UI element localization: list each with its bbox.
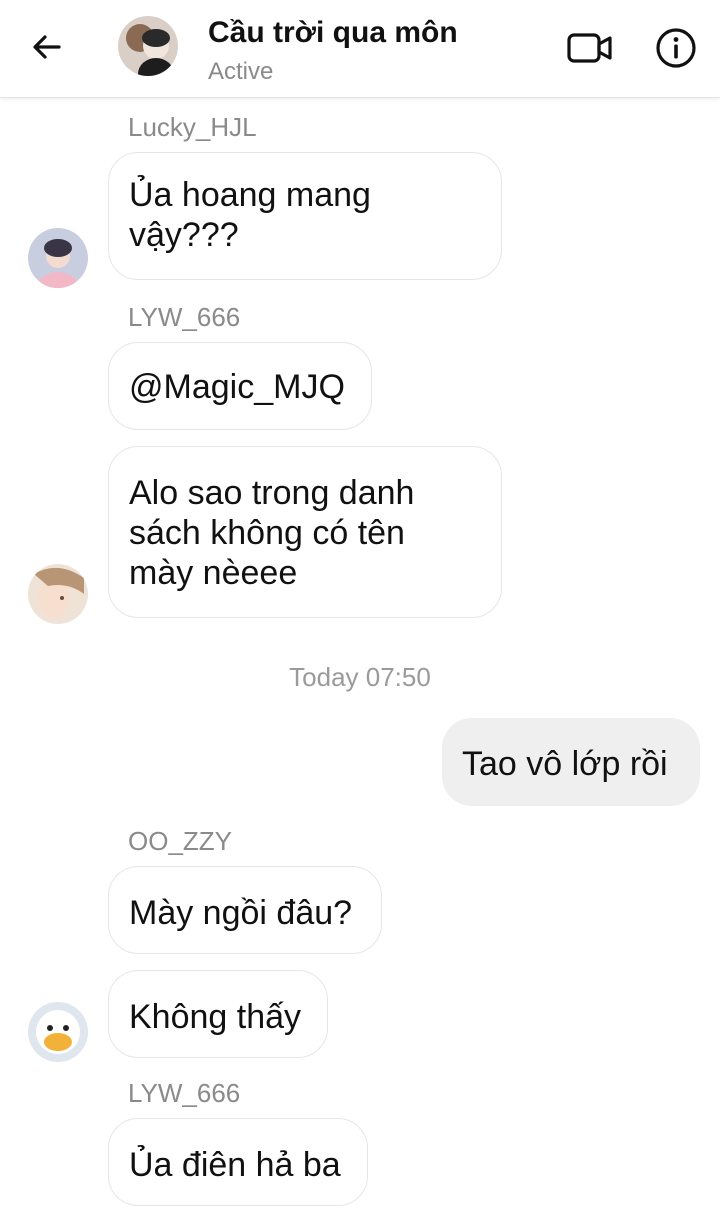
back-button[interactable]: [22, 22, 72, 72]
message-bubble[interactable]: Không thấy: [108, 970, 328, 1058]
arrow-left-icon: [33, 35, 61, 59]
message-line: @Magic_MJQ: [129, 368, 345, 406]
chat-header: Cầu trời qua môn Active: [0, 0, 720, 98]
info-button[interactable]: [650, 22, 702, 74]
message-line: vậy???: [129, 216, 239, 254]
group-avatar[interactable]: [118, 16, 178, 76]
message-line: sách không có tên: [129, 514, 405, 552]
active-status: Active: [208, 58, 274, 85]
message-line: Ủa điên hả ba: [129, 1146, 341, 1184]
avatar[interactable]: [28, 564, 88, 624]
message-line: Ủa hoang mang: [129, 176, 371, 214]
timestamp: Today 07:50: [289, 662, 431, 692]
message-line: Không thấy: [129, 998, 302, 1036]
video-camera-icon: [567, 33, 612, 63]
avatar[interactable]: [28, 1002, 88, 1062]
message-line: Tao vô lớp rồi: [462, 745, 668, 783]
sender-name: LYW_666: [128, 302, 241, 332]
video-call-button[interactable]: [564, 24, 616, 72]
sender-name: LYW_666: [128, 1078, 241, 1108]
message-bubble-self[interactable]: Tao vô lớp rồi: [442, 718, 700, 806]
message-line: Mày ngồi đâu?: [129, 894, 353, 932]
message-bubble[interactable]: Alo sao trong danh sách không có tên mày…: [108, 446, 502, 618]
sender-name: Lucky_HJL: [128, 112, 257, 142]
conversation-title[interactable]: Cầu trời qua môn: [208, 16, 458, 50]
message-bubble[interactable]: Mày ngồi đâu?: [108, 866, 382, 954]
avatar[interactable]: [28, 228, 88, 288]
message-bubble[interactable]: Ủa hoang mang vậy???: [108, 152, 502, 280]
sender-name: OO_ZZY: [128, 826, 233, 856]
message-line: Alo sao trong danh: [129, 474, 415, 512]
message-line: mày nèeee: [129, 554, 298, 592]
message-bubble[interactable]: Ủa điên hả ba: [108, 1118, 368, 1206]
info-circle-icon: [656, 28, 696, 68]
message-bubble[interactable]: @Magic_MJQ: [108, 342, 372, 430]
